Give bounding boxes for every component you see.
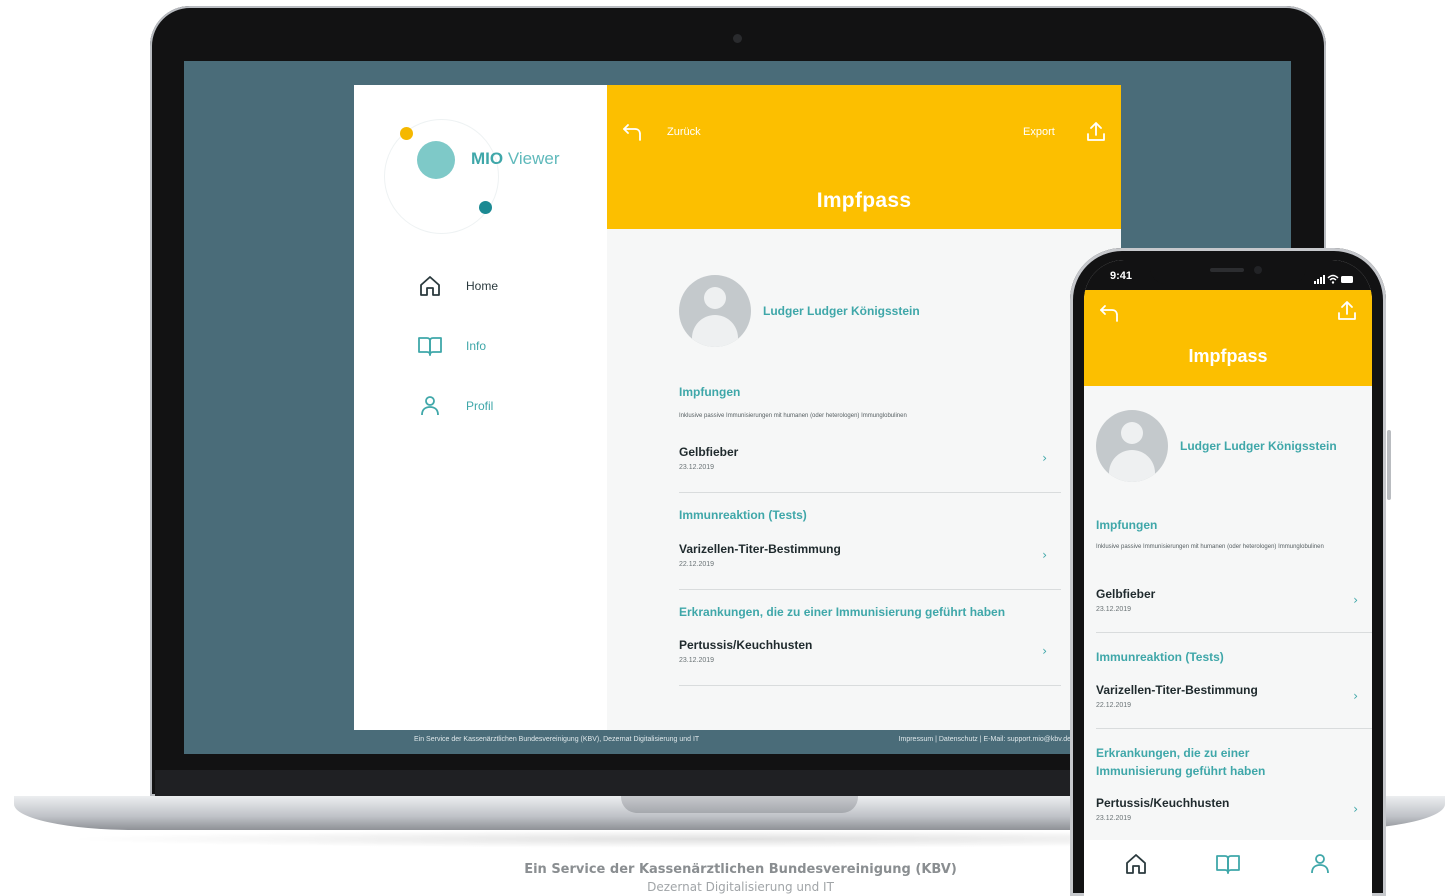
footer-links[interactable]: Impressum | Datenschutz | E-Mail: suppor… xyxy=(899,736,1071,743)
sidebar-item-info[interactable]: Info xyxy=(416,331,486,361)
phone-side-button xyxy=(1387,430,1391,500)
section-heading-immunreaktion: Immunreaktion (Tests) xyxy=(679,508,807,522)
list-item[interactable]: Varizellen-Titer-Bestimmung 22.12.2019 › xyxy=(679,542,1061,590)
phone-frame: 9:41 Impfpass Ludger Ludger Königsstein … xyxy=(1070,248,1386,896)
heading-line: Immunisierung geführt haben xyxy=(1096,764,1266,778)
sidebar-item-label: Profil xyxy=(466,399,494,413)
avatar xyxy=(679,275,751,347)
stage: MIO Viewer Home Info Profil Zurück Expor… xyxy=(0,0,1445,896)
entry-title: Pertussis/Keuchhusten xyxy=(679,638,813,652)
phone-section-heading-immunreaktion: Immunreaktion (Tests) xyxy=(1096,650,1224,664)
back-button[interactable]: Zurück xyxy=(667,126,701,138)
logo[interactable]: MIO Viewer xyxy=(471,149,560,169)
logo-bold: MIO xyxy=(471,149,504,168)
footer: Ein Service der Kassenärztlichen Bundesv… xyxy=(354,730,1121,754)
phone-camera xyxy=(1254,266,1262,274)
app-window: MIO Viewer Home Info Profil Zurück Expor… xyxy=(354,85,1121,730)
sidebar-item-label: Home xyxy=(466,279,499,293)
chevron-right-icon: › xyxy=(1353,802,1358,816)
status-indicators-icon xyxy=(1314,270,1354,289)
chevron-right-icon: › xyxy=(1042,451,1047,465)
logo-dot-teal xyxy=(417,141,455,179)
export-icon[interactable] xyxy=(1085,121,1107,147)
header: Zurück Export Impfpass xyxy=(607,85,1121,229)
entry-date: 22.12.2019 xyxy=(1096,702,1132,709)
section-heading-impfungen: Impfungen xyxy=(679,385,741,399)
main-content: Zurück Export Impfpass Ludger Ludger Kön… xyxy=(607,85,1121,730)
entry-date: 23.12.2019 xyxy=(679,657,715,664)
patient-profile: Ludger Ludger Königsstein xyxy=(679,275,920,347)
sidebar-item-home[interactable]: Home xyxy=(416,271,498,301)
entry-title: Varizellen-Titer-Bestimmung xyxy=(679,542,841,556)
entry-date: 23.12.2019 xyxy=(679,464,715,471)
phone-header: Impfpass xyxy=(1084,290,1372,386)
entry-title: Pertussis/Keuchhusten xyxy=(1096,796,1230,810)
chevron-right-icon: › xyxy=(1353,593,1358,607)
patient-name: Ludger Ludger Königsstein xyxy=(1180,439,1337,453)
entry-title: Varizellen-Titer-Bestimmung xyxy=(1096,683,1258,697)
phone-section-subtitle-impfungen: Inklusive passive Immunisierungen mit hu… xyxy=(1096,544,1324,550)
list-item[interactable]: Gelbfieber 23.12.2019 › xyxy=(1096,587,1372,633)
chevron-right-icon: › xyxy=(1353,689,1358,703)
heading-line: Erkrankungen, die zu einer xyxy=(1096,746,1250,760)
phone-patient-profile: Ludger Ludger Königsstein xyxy=(1096,410,1337,482)
phone-section-heading-erkrankungen: Erkrankungen, die zu einer Immunisierung… xyxy=(1096,744,1265,780)
entry-title: Gelbfieber xyxy=(1096,587,1156,601)
logo-light: Viewer xyxy=(503,149,560,168)
list-item[interactable]: Varizellen-Titer-Bestimmung 22.12.2019 › xyxy=(1096,683,1372,729)
laptop-notch xyxy=(621,796,858,813)
caption-line-2: Dezernat Digitalisierung und IT xyxy=(647,880,834,894)
sidebar: MIO Viewer Home Info Profil xyxy=(354,85,607,730)
list-item[interactable]: Pertussis/Keuchhusten 23.12.2019 › xyxy=(679,638,1061,686)
phone-screen: 9:41 Impfpass Ludger Ludger Königsstein … xyxy=(1084,260,1372,896)
list-item[interactable]: Gelbfieber 23.12.2019 › xyxy=(679,445,1061,493)
entry-date: 23.12.2019 xyxy=(1096,606,1132,613)
back-arrow-icon[interactable] xyxy=(1098,302,1120,328)
chevron-right-icon: › xyxy=(1042,548,1047,562)
phone-page-title: Impfpass xyxy=(1188,346,1268,366)
entry-date: 22.12.2019 xyxy=(679,561,715,568)
section-subtitle-impfungen: Inklusive passive Immunisierungen mit hu… xyxy=(679,413,907,419)
home-icon xyxy=(416,272,444,300)
page-title: Impfpass xyxy=(816,189,912,212)
sidebar-item-profil[interactable]: Profil xyxy=(416,391,493,421)
phone-speaker xyxy=(1210,268,1244,272)
avatar xyxy=(1096,410,1168,482)
back-arrow-icon[interactable] xyxy=(621,121,643,147)
sidebar-item-label: Info xyxy=(466,339,487,353)
logo-dot-dark xyxy=(479,201,492,214)
entry-date: 23.12.2019 xyxy=(1096,815,1132,822)
laptop-camera xyxy=(733,34,742,43)
chevron-right-icon: › xyxy=(1042,644,1047,658)
phone-section-heading-impfungen: Impfungen xyxy=(1096,518,1158,532)
patient-name: Ludger Ludger Königsstein xyxy=(763,304,920,318)
logo-dot-yellow xyxy=(400,127,413,140)
list-item[interactable]: Pertussis/Keuchhusten 23.12.2019 › xyxy=(1096,796,1372,842)
footer-credit: Ein Service der Kassenärztlichen Bundesv… xyxy=(414,736,700,743)
export-icon[interactable] xyxy=(1336,300,1358,326)
caption-line-1: Ein Service der Kassenärztlichen Bundesv… xyxy=(524,862,957,877)
section-heading-erkrankungen: Erkrankungen, die zu einer Immunisierung… xyxy=(679,605,1006,619)
phone-notch xyxy=(1150,260,1306,284)
export-button[interactable]: Export xyxy=(1023,126,1055,138)
entry-title: Gelbfieber xyxy=(679,445,739,459)
status-time: 9:41 xyxy=(1110,270,1133,282)
user-icon xyxy=(416,392,444,420)
book-icon xyxy=(416,332,444,360)
